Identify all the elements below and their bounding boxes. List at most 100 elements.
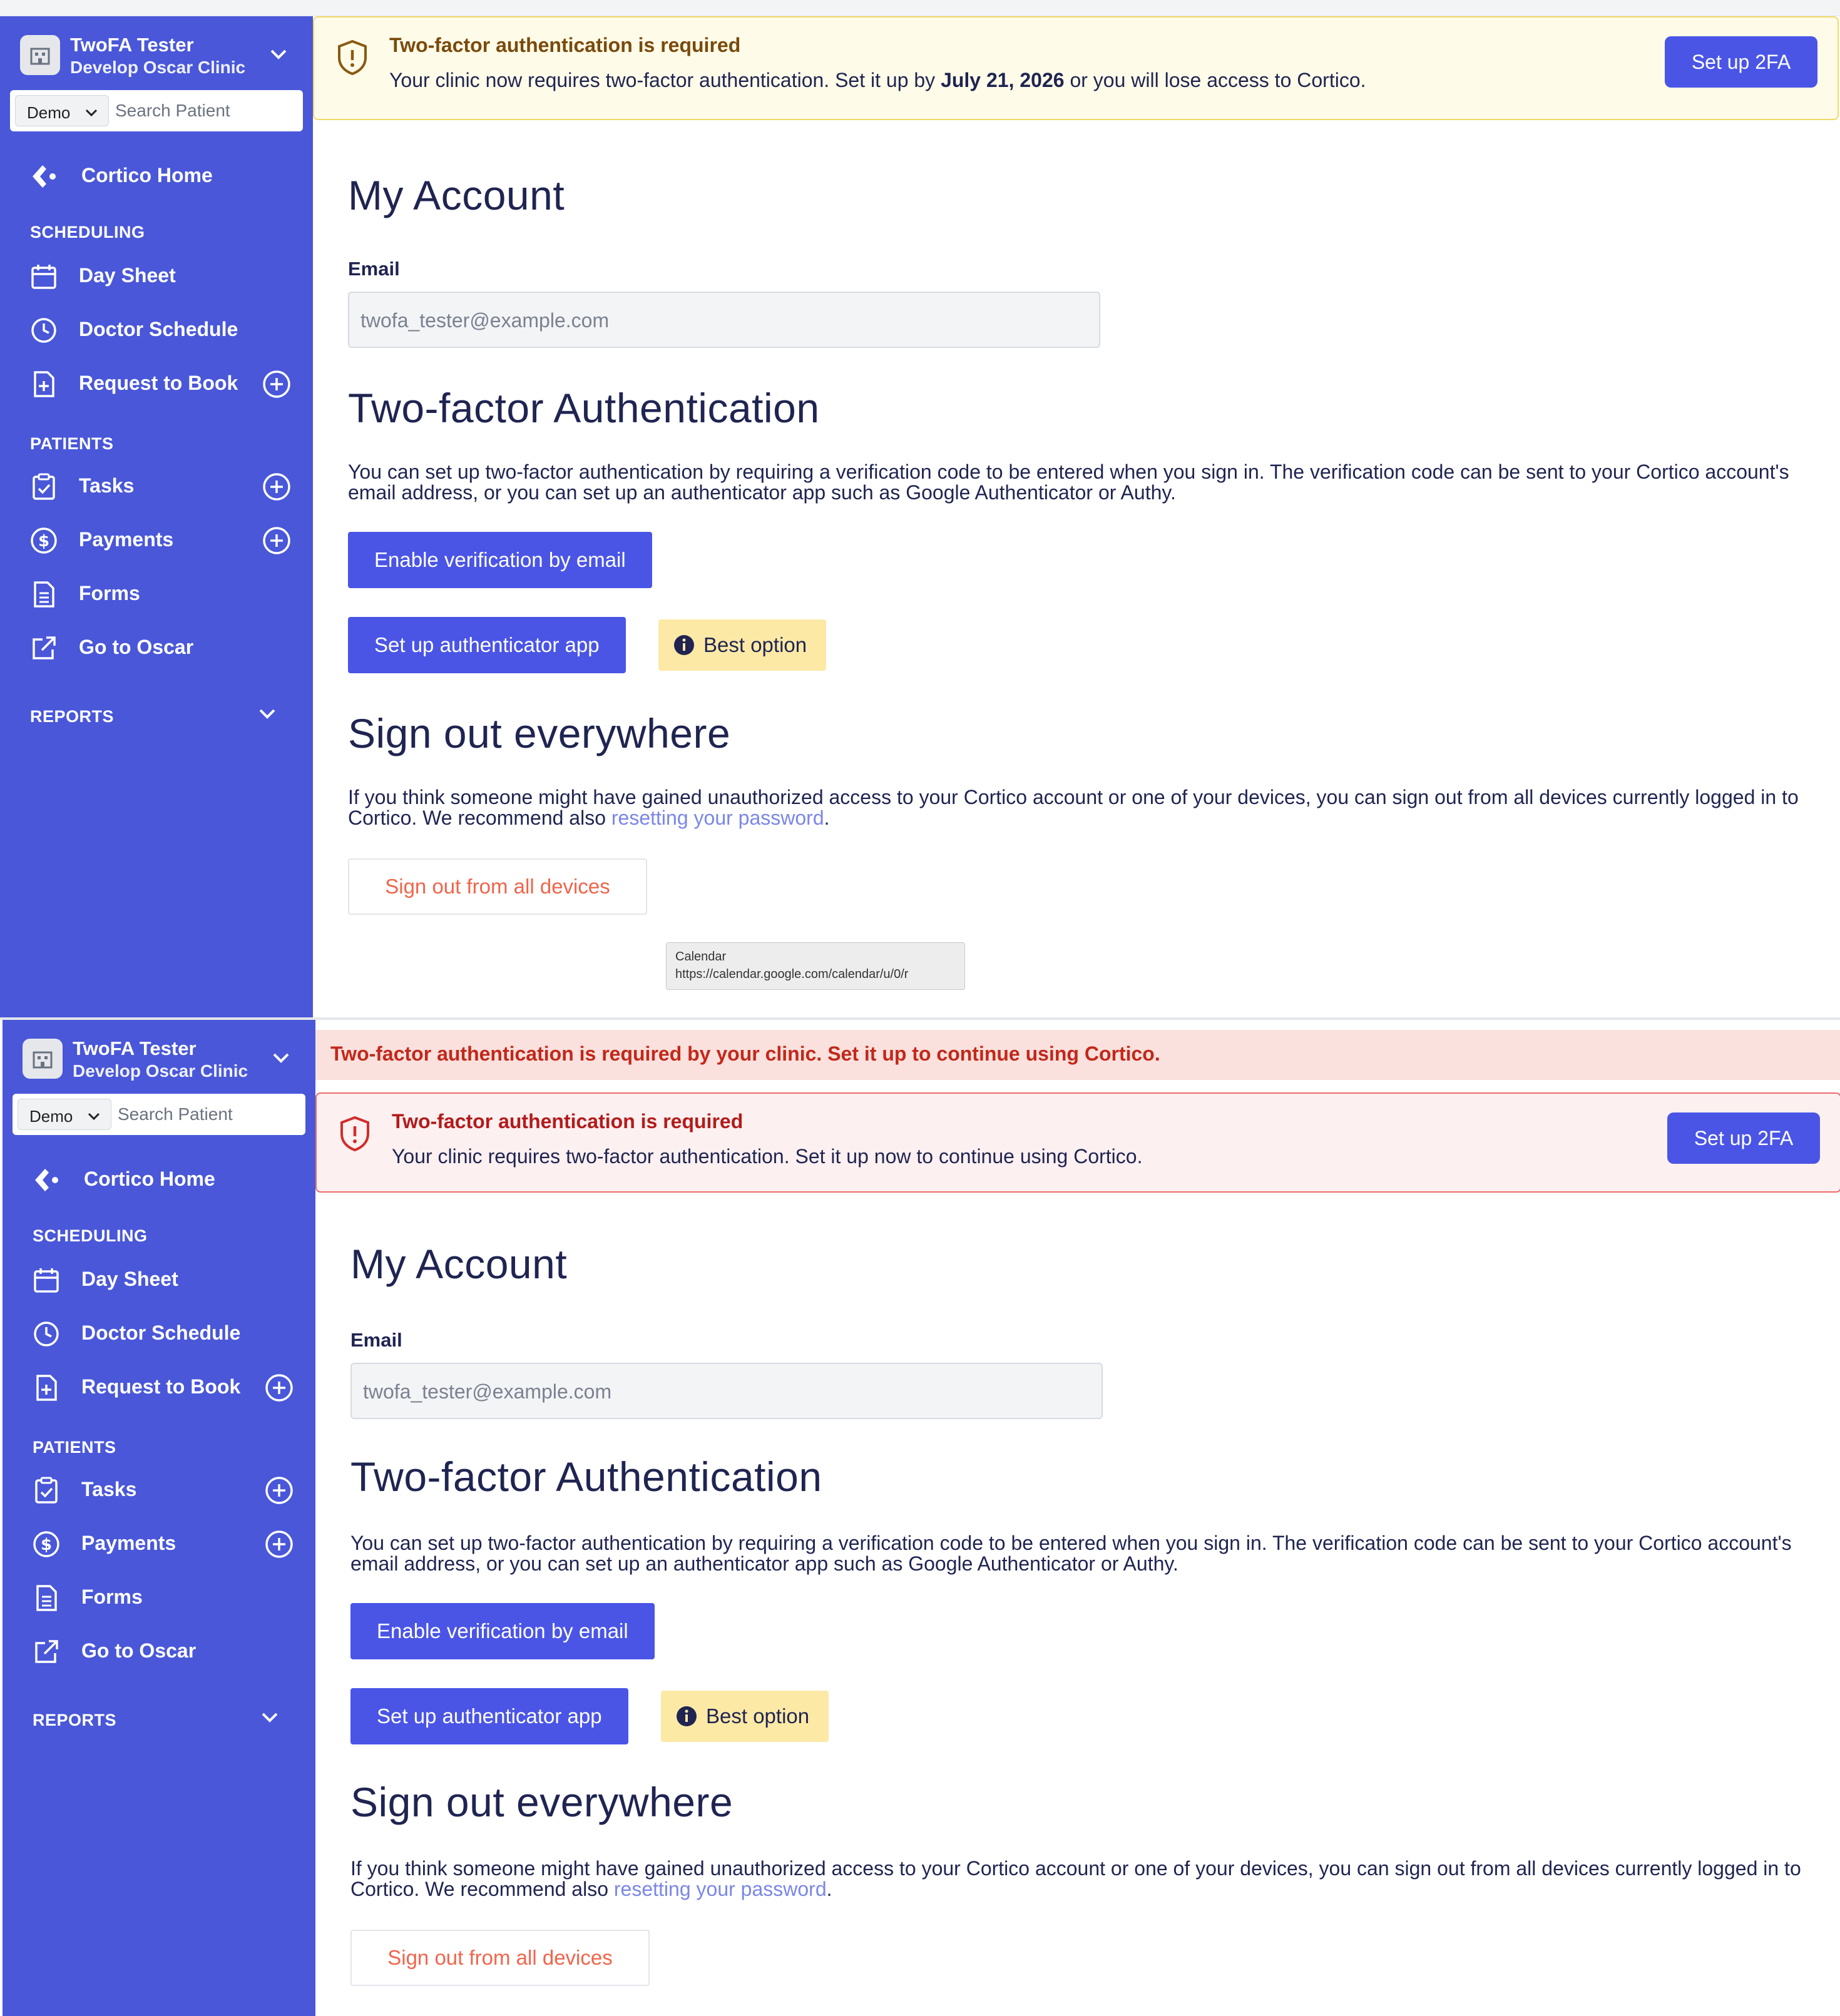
tfa-title: Two-factor Authentication [350,1453,822,1500]
account-page: My Account Email twofa_tester@example.co… [348,16,1812,1017]
sidebar: TwoFA Tester Develop Oscar Clinic Demo C… [0,16,313,1017]
demo-select[interactable]: Demo [18,1099,111,1130]
section-scheduling: SCHEDULING [33,1226,148,1245]
section-reports: REPORTS [30,707,115,726]
sidebar-item-tasks[interactable]: Tasks [3,1464,315,1514]
external-link-icon [33,636,56,659]
user-menu[interactable]: TwoFA Tester Develop Oscar Clinic [13,28,300,80]
email-label: Email [348,258,400,280]
signout-text: If you think someone might have gained u… [348,786,1799,829]
signout-all-devices-button[interactable]: Sign out from all devices [348,858,647,915]
sidebar-item-request-to-book[interactable]: Request to Book [0,358,313,408]
email-field: twofa_tester@example.com [350,1363,1103,1419]
email-field: twofa_tester@example.com [348,292,1100,348]
search-patient-input[interactable] [115,94,297,128]
add-circle-icon[interactable] [262,472,292,502]
sidebar-item-day-sheet[interactable]: Day Sheet [3,1254,315,1304]
signout-description: If you think someone might have gained u… [348,787,1812,828]
cortico-logo-icon [35,1169,58,1191]
dollar-circle-icon: $ [33,1531,59,1557]
sidebar-item-go-to-oscar[interactable]: Go to Oscar [0,622,313,672]
signout-period: . [824,807,830,829]
signout-period: . [826,1878,832,1900]
best-option-label: Best option [706,1704,810,1728]
account-page: My Account Email twofa_tester@example.co… [350,1020,1815,2016]
setup-authenticator-button[interactable]: Set up authenticator app [348,617,626,673]
demo-select-value: Demo [27,103,71,122]
reset-password-link[interactable]: resetting your password [614,1878,827,1900]
sidebar-item-go-to-oscar[interactable]: Go to Oscar [3,1626,315,1676]
page-title: My Account [348,172,565,218]
external-link-icon [35,1640,58,1663]
section-patients: PATIENTS [33,1438,116,1457]
best-option-label: Best option [703,633,807,656]
page-title: My Account [350,1241,568,1287]
email-label: Email [350,1329,402,1351]
demo-select-value: Demo [29,1107,73,1126]
sidebar-item-doctor-schedule[interactable]: Doctor Schedule [0,304,313,354]
sidebar-item-doctor-schedule[interactable]: Doctor Schedule [3,1308,315,1358]
sidebar-item-cortico-home[interactable]: Cortico Home [3,1154,315,1204]
calendar-icon [34,1268,59,1293]
user-name: TwoFA Tester [73,1037,197,1059]
sidebar-item-label: Forms [81,1586,143,1608]
sidebar-item-label: Cortico Home [81,164,213,186]
demo-select[interactable]: Demo [15,95,109,126]
sidebar-item-label: Doctor Schedule [79,318,238,340]
tfa-description: You can set up two-factor authentication… [350,1532,1792,1575]
sidebar-item-forms[interactable]: Forms [3,1572,315,1622]
sidebar-item-payments[interactable]: $ Payments [0,514,313,564]
setup-authenticator-button[interactable]: Set up authenticator app [350,1688,628,1744]
sidebar-item-label: Doctor Schedule [81,1321,241,1344]
sidebar-item-label: Tasks [79,474,135,497]
add-circle-icon[interactable] [264,1475,294,1505]
chevron-down-icon [88,1112,100,1121]
calendar-icon [31,265,56,289]
sidebar-item-request-to-book[interactable]: Request to Book [3,1362,315,1412]
signout-title: Sign out everywhere [350,1779,733,1825]
sidebar-item-payments[interactable]: $ Payments [3,1518,315,1568]
add-circle-icon[interactable] [264,1529,294,1559]
chevron-down-icon[interactable] [255,702,279,726]
screen-warning-state: TwoFA Tester Develop Oscar Clinic Demo C… [0,0,1840,1017]
chevron-down-icon[interactable] [268,44,289,65]
search-patient-input[interactable] [118,1097,299,1131]
patient-search: Demo [10,90,303,131]
chevron-down-icon [85,109,98,117]
enable-email-verification-button[interactable]: Enable verification by email [350,1603,655,1659]
signout-all-devices-button[interactable]: Sign out from all devices [350,1930,650,1986]
reset-password-link[interactable]: resetting your password [611,807,824,829]
document-icon [36,1585,57,1611]
chevron-down-icon[interactable] [258,1706,282,1729]
sidebar-item-forms[interactable]: Forms [0,568,313,618]
sidebar-item-tasks[interactable]: Tasks [0,461,313,511]
info-icon [674,635,694,655]
clinic-name: Develop Oscar Clinic [73,1061,248,1081]
add-circle-icon[interactable] [264,1373,294,1403]
section-reports: REPORTS [33,1711,117,1729]
sidebar-item-label: Payments [79,528,174,551]
tfa-description: You can set up two-factor authentication… [348,461,1789,504]
patient-search: Demo [13,1094,305,1135]
section-patients: PATIENTS [30,434,114,453]
sidebar-item-label: Request to Book [81,1375,241,1398]
link-tooltip: Calendar https://calendar.google.com/cal… [666,942,965,990]
screen-error-state: TwoFA Tester Develop Oscar Clinic Demo C… [0,1017,1840,2016]
clock-icon [34,1321,59,1347]
signout-description: If you think someone might have gained u… [350,1858,1815,1900]
add-circle-icon[interactable] [262,526,292,556]
sidebar-item-label: Tasks [81,1478,137,1500]
enable-email-verification-button[interactable]: Enable verification by email [348,532,652,588]
sidebar-item-label: Cortico Home [84,1168,215,1190]
tooltip-title: Calendar [675,950,727,964]
user-menu[interactable]: TwoFA Tester Develop Oscar Clinic [15,1031,303,1084]
best-option-badge: Best option [658,619,826,671]
clock-icon [31,318,56,343]
document-plus-icon [34,371,54,397]
sidebar-item-day-sheet[interactable]: Day Sheet [0,250,313,300]
best-option-badge: Best option [661,1691,829,1742]
sidebar-item-cortico-home[interactable]: Cortico Home [0,150,313,200]
add-circle-icon[interactable] [262,369,292,399]
chevron-down-icon[interactable] [270,1047,292,1069]
main-content: Two-factor authentication is required Yo… [313,16,1840,1017]
